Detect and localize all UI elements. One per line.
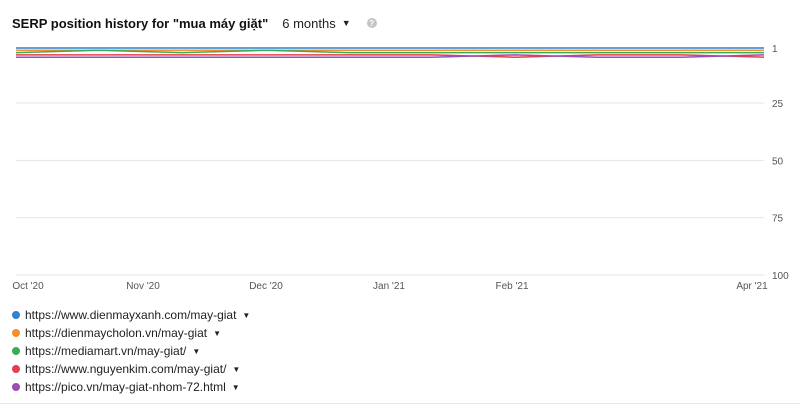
x-tick-label: Nov '20 (126, 281, 160, 292)
legend-color-dot (12, 365, 20, 373)
legend-item-mediamart[interactable]: https://mediamart.vn/may-giat/ ▼ (12, 342, 250, 360)
caret-down-icon[interactable]: ▼ (192, 347, 200, 356)
legend-color-dot (12, 329, 20, 337)
legend-item-pico[interactable]: https://pico.vn/may-giat-nhom-72.html ▼ (12, 378, 250, 396)
legend-item-nguyenkim[interactable]: https://www.nguyenkim.com/may-giat/ ▼ (12, 360, 250, 378)
legend-color-dot (12, 347, 20, 355)
legend-label: https://dienmaycholon.vn/may-giat (25, 326, 207, 340)
legend-item-dienmayxanh[interactable]: https://www.dienmayxanh.com/may-giat ▼ (12, 306, 250, 324)
legend-color-dot (12, 311, 20, 319)
caret-down-icon[interactable]: ▼ (232, 365, 240, 374)
y-tick-label: 75 (772, 214, 784, 225)
position-history-chart: 1 25 50 75 100 Oct '20 Nov '20 Dec '20 Jan '21 Fe… (0, 0, 800, 300)
caret-down-icon[interactable]: ▼ (242, 311, 250, 320)
legend-color-dot (12, 383, 20, 391)
y-tick-label: 1 (772, 44, 778, 55)
x-tick-label: Jan '21 (373, 281, 405, 292)
x-tick-label: Dec '20 (249, 281, 283, 292)
y-tick-label: 25 (772, 99, 784, 110)
caret-down-icon[interactable]: ▼ (232, 383, 240, 392)
legend-label: https://pico.vn/may-giat-nhom-72.html (25, 380, 226, 394)
chart-legend: https://www.dienmayxanh.com/may-giat ▼ h… (12, 306, 250, 396)
y-tick-label: 100 (772, 271, 789, 282)
legend-label: https://www.dienmayxanh.com/may-giat (25, 308, 236, 322)
y-tick-label: 50 (772, 156, 784, 167)
x-tick-label: Feb '21 (495, 281, 528, 292)
legend-item-dienmaycholon[interactable]: https://dienmaycholon.vn/may-giat ▼ (12, 324, 250, 342)
legend-label: https://www.nguyenkim.com/may-giat/ (25, 362, 226, 376)
x-tick-label: Oct '20 (12, 281, 44, 292)
legend-label: https://mediamart.vn/may-giat/ (25, 344, 186, 358)
x-tick-label: Apr '21 (736, 281, 768, 292)
caret-down-icon[interactable]: ▼ (213, 329, 221, 338)
